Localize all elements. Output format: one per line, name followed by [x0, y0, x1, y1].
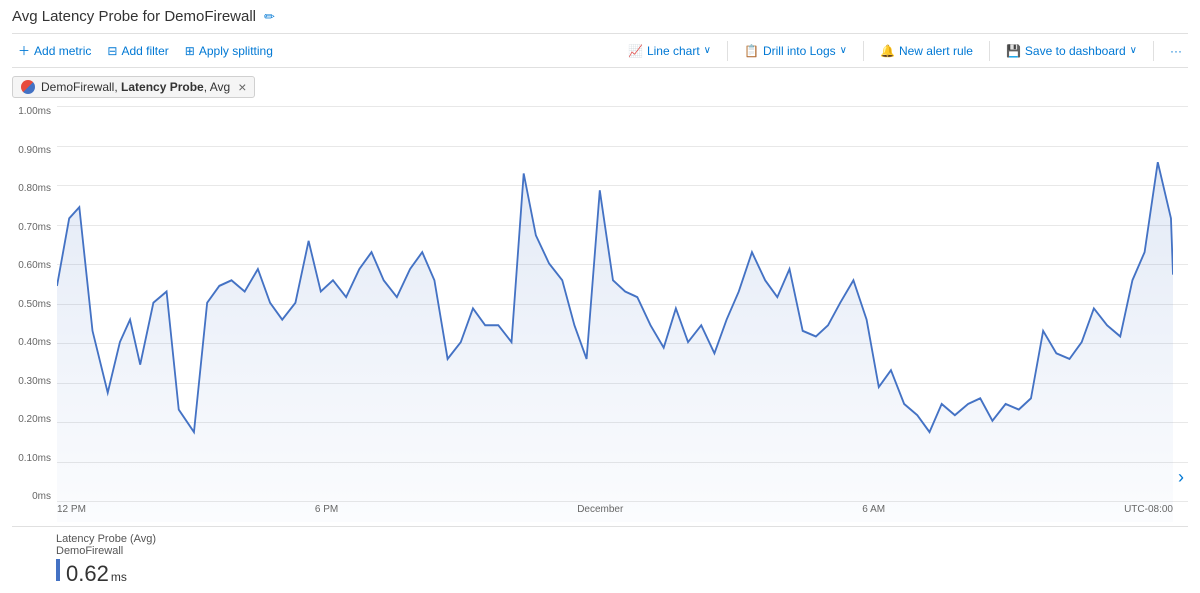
metric-tag-metric: Latency Probe: [121, 80, 204, 94]
plus-icon: ＋: [18, 42, 30, 59]
chart-container: 1.00ms 0.90ms 0.80ms 0.70ms 0.60ms 0.50m…: [12, 106, 1188, 522]
drill-into-logs-button[interactable]: 📋 Drill into Logs ∨: [738, 42, 853, 60]
line-chart-label: Line chart: [647, 44, 700, 58]
new-alert-rule-label: New alert rule: [899, 44, 973, 58]
split-icon: ⊞: [185, 44, 195, 58]
y-label-1: 0.10ms: [18, 453, 51, 464]
drill-logs-dropdown-arrow: ∨: [840, 45, 847, 56]
x-label-6am: 6 AM: [862, 504, 885, 522]
metric-tag-close-button[interactable]: ×: [238, 80, 246, 94]
chart-inner: 12 PM 6 PM December 6 AM UTC-08:00 ›: [57, 106, 1188, 522]
legend-unit: ms: [111, 570, 127, 584]
y-label-6: 0.60ms: [18, 260, 51, 271]
y-label-9: 0.90ms: [18, 145, 51, 156]
y-label-10: 1.00ms: [18, 106, 51, 117]
add-metric-label: Add metric: [34, 44, 91, 58]
line-chart-svg: [57, 106, 1173, 522]
add-filter-label: Add filter: [121, 44, 168, 58]
divider: [727, 41, 728, 61]
filter-icon: ⊟: [107, 44, 117, 58]
new-alert-rule-button[interactable]: 🔔 New alert rule: [874, 42, 979, 60]
x-axis: 12 PM 6 PM December 6 AM UTC-08:00: [57, 502, 1173, 522]
line-chart-icon: 📈: [628, 44, 643, 58]
ellipsis-icon: ···: [1170, 44, 1182, 58]
x-label-12pm: 12 PM: [57, 504, 86, 522]
drill-into-logs-label: Drill into Logs: [763, 44, 836, 58]
legend-subtitle: DemoFirewall: [56, 545, 1188, 557]
y-label-2: 0.20ms: [18, 414, 51, 425]
edit-icon[interactable]: ✏: [264, 9, 275, 25]
metric-tag: DemoFirewall, Latency Probe, Avg ×: [12, 76, 255, 98]
y-label-3: 0.30ms: [18, 376, 51, 387]
legend-value: 0.62: [66, 561, 109, 587]
legend-title: Latency Probe (Avg): [56, 533, 1188, 545]
y-label-4: 0.40ms: [18, 337, 51, 348]
divider3: [989, 41, 990, 61]
metric-tag-name: DemoFirewall: [41, 80, 114, 94]
legend-bar: [56, 559, 60, 581]
save-to-dashboard-label: Save to dashboard: [1025, 44, 1126, 58]
y-label-7: 0.70ms: [18, 222, 51, 233]
metric-tag-aggregation: Avg: [210, 80, 230, 94]
y-label-8: 0.80ms: [18, 183, 51, 194]
more-options-button[interactable]: ···: [1164, 42, 1188, 60]
alert-icon: 🔔: [880, 44, 895, 58]
y-label-5: 0.50ms: [18, 299, 51, 310]
x-label-december: December: [577, 504, 623, 522]
add-filter-button[interactable]: ⊟ Add filter: [101, 42, 174, 60]
save-icon: 💾: [1006, 44, 1021, 58]
chart-area: 1.00ms 0.90ms 0.80ms 0.70ms 0.60ms 0.50m…: [12, 106, 1188, 593]
x-label-6pm: 6 PM: [315, 504, 338, 522]
line-chart-dropdown-arrow: ∨: [704, 45, 711, 56]
line-chart-button[interactable]: 📈 Line chart ∨: [622, 42, 717, 60]
legend-area: Latency Probe (Avg) DemoFirewall 0.62 ms: [12, 526, 1188, 593]
save-to-dashboard-button[interactable]: 💾 Save to dashboard ∨: [1000, 42, 1143, 60]
nav-next-arrow[interactable]: ›: [1174, 463, 1188, 492]
logs-icon: 📋: [744, 44, 759, 58]
divider2: [863, 41, 864, 61]
metric-tag-label: DemoFirewall, Latency Probe, Avg: [41, 80, 230, 94]
apply-splitting-label: Apply splitting: [199, 44, 273, 58]
legend-value-row: 0.62 ms: [56, 559, 1188, 587]
page-title: Avg Latency Probe for DemoFirewall: [12, 8, 256, 25]
apply-splitting-button[interactable]: ⊞ Apply splitting: [179, 42, 279, 60]
save-dashboard-dropdown-arrow: ∨: [1130, 45, 1137, 56]
add-metric-button[interactable]: ＋ Add metric: [12, 40, 97, 61]
divider4: [1153, 41, 1154, 61]
toolbar-left: ＋ Add metric ⊟ Add filter ⊞ Apply splitt…: [12, 40, 279, 61]
y-label-0: 0ms: [32, 491, 51, 502]
toolbar: ＋ Add metric ⊟ Add filter ⊞ Apply splitt…: [12, 33, 1188, 68]
y-axis: 1.00ms 0.90ms 0.80ms 0.70ms 0.60ms 0.50m…: [12, 106, 57, 522]
x-label-utc: UTC-08:00: [1124, 504, 1173, 522]
toolbar-right: 📈 Line chart ∨ 📋 Drill into Logs ∨ 🔔 New…: [622, 41, 1188, 61]
metric-tag-icon: [21, 80, 35, 94]
legend-item: Latency Probe (Avg) DemoFirewall 0.62 ms: [56, 533, 1188, 587]
